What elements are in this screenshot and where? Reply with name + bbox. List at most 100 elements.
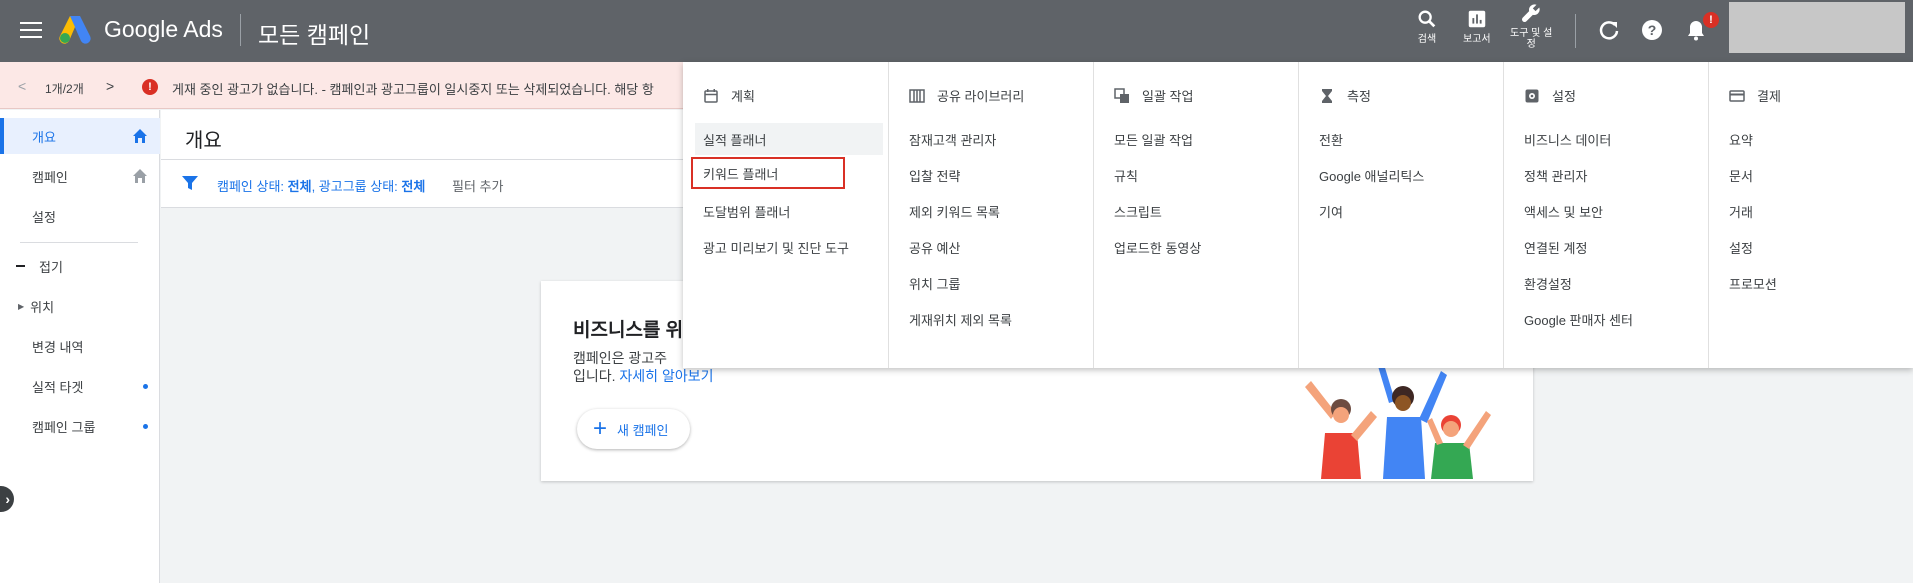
sidebar-item-label: 설정	[32, 209, 56, 225]
menu-item-ad-preview-tool[interactable]: 광고 미리보기 및 진단 도구	[695, 231, 883, 263]
reports-label: 보고서	[1463, 34, 1491, 45]
brand-name: Google Ads	[104, 16, 223, 42]
sidebar-item-label: 접기	[39, 259, 63, 275]
hourglass-icon	[1322, 88, 1332, 103]
learn-more-link[interactable]: 자세히 알아보기	[619, 368, 713, 384]
menu-item-scripts[interactable]: 스크립트	[1106, 195, 1294, 227]
search-button[interactable]: 검색	[1416, 8, 1438, 56]
alert-next-button[interactable]: >	[106, 78, 114, 94]
search-label: 검색	[1417, 34, 1437, 45]
sidebar-item-collapse[interactable]: 접기	[0, 248, 160, 284]
menu-item-transactions[interactable]: 거래	[1721, 195, 1909, 227]
menu-item-access-and-security[interactable]: 액세스 및 보안	[1516, 195, 1704, 227]
menu-column-setup: 설정 비즈니스 데이터 정책 관리자 액세스 및 보안 연결된 계정 환경설정 …	[1503, 62, 1708, 368]
error-icon: !	[142, 79, 158, 95]
tools-label: 도구 및 설정	[1510, 28, 1553, 50]
menu-item-shared-budgets[interactable]: 공유 예산	[901, 231, 1089, 263]
card-title: 비즈니스를 위	[573, 320, 684, 341]
menu-item-placement-exclusion-lists[interactable]: 게재위치 제외 목록	[901, 303, 1089, 335]
caret-right-icon: ▶	[18, 301, 25, 311]
menu-item-summary[interactable]: 요약	[1721, 123, 1909, 155]
alert-message: 게재 중인 광고가 없습니다. - 캠페인과 광고그룹이 일시중지 또는 삭제되…	[172, 82, 654, 97]
sidebar-item-locations[interactable]: ▶ 위치	[0, 288, 160, 324]
menu-heading-measurement: 측정	[1319, 86, 1371, 105]
header-divider	[1575, 14, 1576, 48]
menu-item-policy-manager[interactable]: 정책 관리자	[1516, 159, 1704, 191]
svg-text:?: ?	[1648, 22, 1657, 38]
sidebar-item-label: 캠페인 그룹	[32, 419, 96, 435]
menu-item-uploaded-videos[interactable]: 업로드한 동영상	[1106, 231, 1294, 263]
menu-item-performance-planner[interactable]: 실적 플래너	[695, 123, 883, 155]
sidebar-item-label: 캠페인	[32, 169, 68, 185]
sidebar-item-campaign-groups[interactable]: 캠페인 그룹	[0, 408, 160, 444]
credit-card-icon	[1729, 89, 1745, 102]
menu-heading-shared-library: 공유 라이브러리	[909, 86, 1024, 105]
copy-icon	[1114, 87, 1129, 103]
notification-badge: !	[1703, 12, 1719, 28]
filter-icon[interactable]	[181, 174, 199, 192]
menu-item-conversions[interactable]: 전환	[1311, 123, 1499, 155]
menu-heading-bulk-actions: 일괄 작업	[1114, 86, 1193, 105]
new-campaign-button[interactable]: + 새 캠페인	[577, 409, 691, 449]
sidebar-item-overview[interactable]: 개요	[0, 118, 160, 154]
active-filter-chip[interactable]: 캠페인 상태: 전체, 광고그룹 상태: 전체	[217, 176, 425, 195]
alert-prev-button[interactable]: <	[18, 78, 26, 94]
menu-item-location-groups[interactable]: 위치 그룹	[901, 267, 1089, 299]
sidebar-item-label: 위치	[30, 299, 55, 315]
reports-button[interactable]: 보고서	[1463, 8, 1491, 56]
tools-button[interactable]: 도구 및 설정	[1510, 2, 1552, 50]
menu-item-keyword-planner[interactable]: 키워드 플래너	[691, 157, 845, 189]
new-dot-icon	[143, 424, 148, 429]
menu-column-planning: 계획 실적 플래너 키워드 플래너 도달범위 플래너 광고 미리보기 및 진단 …	[683, 62, 888, 368]
home-icon	[133, 169, 147, 183]
menu-item-attribution[interactable]: 기여	[1311, 195, 1499, 227]
overview-title: 개요	[185, 130, 222, 152]
sidebar-item-label: 변경 내역	[32, 339, 84, 355]
plus-icon: +	[593, 415, 608, 442]
menu-item-business-data[interactable]: 비즈니스 데이터	[1516, 123, 1704, 155]
sidebar-item-campaigns[interactable]: 캠페인	[0, 158, 160, 194]
sidebar-divider	[20, 242, 138, 243]
menu-item-all-bulk-actions[interactable]: 모든 일괄 작업	[1106, 123, 1294, 155]
account-switcher[interactable]	[1729, 2, 1905, 53]
side-navigation: 개요 캠페인 설정 접기 ▶ 위치 변경 내역 실적 타겟 캠페인 그룹	[0, 110, 160, 583]
add-filter-button[interactable]: 필터 추가	[452, 176, 503, 195]
menu-item-negative-keyword-lists[interactable]: 제외 키워드 목록	[901, 195, 1089, 227]
menu-item-documents[interactable]: 문서	[1721, 159, 1909, 191]
gear-icon	[1525, 89, 1539, 102]
menu-item-merchant-center[interactable]: Google 판매자 센터	[1516, 303, 1704, 335]
wrench-icon	[1522, 4, 1540, 23]
home-icon	[133, 129, 147, 143]
menu-item-reach-planner[interactable]: 도달범위 플래너	[695, 195, 883, 227]
menu-item-rules[interactable]: 규칙	[1106, 159, 1294, 191]
sidebar-item-change-history[interactable]: 변경 내역	[0, 328, 160, 364]
menu-item-promotions[interactable]: 프로모션	[1721, 267, 1909, 299]
menu-item-bid-strategies[interactable]: 입찰 전략	[901, 159, 1089, 191]
sidebar-item-performance-targets[interactable]: 실적 타겟	[0, 368, 160, 404]
alert-banner: < 1개/2개 > ! 게재 중인 광고가 없습니다. - 캠페인과 광고그룹이…	[0, 62, 700, 109]
menu-item-billing-settings[interactable]: 설정	[1721, 231, 1909, 263]
menu-item-google-analytics[interactable]: Google 애널리틱스	[1311, 159, 1499, 191]
menu-column-billing: 결제 요약 문서 거래 설정 프로모션	[1708, 62, 1913, 368]
sidebar-item-settings[interactable]: 설정	[0, 198, 160, 234]
refresh-icon[interactable]	[1597, 18, 1621, 42]
menu-heading-planning: 계획	[703, 86, 755, 105]
menu-item-linked-accounts[interactable]: 연결된 계정	[1516, 231, 1704, 263]
new-dot-icon	[143, 384, 148, 389]
alert-count: 1개/2개	[45, 82, 84, 96]
menu-column-measurement: 측정 전환 Google 애널리틱스 기여	[1298, 62, 1503, 368]
menu-item-preferences[interactable]: 환경설정	[1516, 267, 1704, 299]
title-divider	[240, 14, 241, 46]
menu-item-audience-manager[interactable]: 잠재고객 관리자	[901, 123, 1089, 155]
page-title: 모든 캠페인	[258, 22, 371, 48]
sidebar-item-label: 개요	[32, 129, 56, 145]
google-ads-logo[interactable]	[58, 14, 92, 44]
help-icon[interactable]: ?	[1640, 18, 1664, 42]
new-campaign-label: 새 캠페인	[617, 422, 669, 438]
menu-column-shared-library: 공유 라이브러리 잠재고객 관리자 입찰 전략 제외 키워드 목록 공유 예산 …	[888, 62, 1093, 368]
calendar-icon	[704, 88, 718, 103]
minus-icon	[16, 265, 25, 267]
menu-icon[interactable]	[20, 19, 42, 41]
sidebar-item-label: 실적 타겟	[32, 379, 84, 395]
menu-column-bulk-actions: 일괄 작업 모든 일괄 작업 규칙 스크립트 업로드한 동영상	[1093, 62, 1298, 368]
